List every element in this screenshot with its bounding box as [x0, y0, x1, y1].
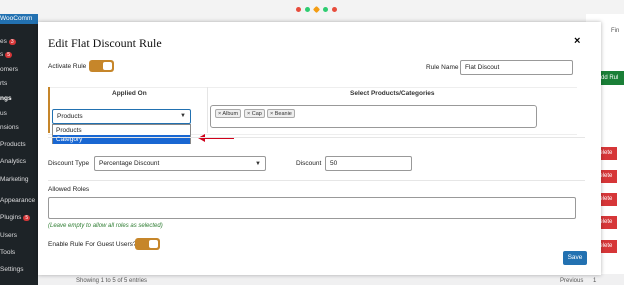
divider — [48, 137, 585, 138]
guest-users-label: Enable Rule For Guest Users? — [48, 241, 137, 248]
close-icon[interactable]: × — [574, 35, 580, 47]
table-footer: Showing 1 to 5 of 5 entries Previous 1 — [38, 274, 624, 285]
background-text: Fin — [611, 28, 620, 34]
discount-type-select[interactable]: Percentage Discount ▼ — [94, 156, 266, 171]
products-categories-select[interactable]: × Album × Cap × Beanie — [210, 105, 537, 128]
discount-type-value: Percentage Discount — [99, 160, 160, 167]
rule-name-label: Rule Name — [426, 64, 459, 71]
sidebar-item-settings[interactable]: Settings — [0, 266, 38, 273]
sidebar-item-extensions[interactable]: nsions — [0, 124, 38, 131]
sidebar-item-marketing[interactable]: Marketing — [0, 176, 38, 183]
guest-users-toggle[interactable] — [135, 238, 160, 250]
count-badge: 5 — [5, 52, 13, 58]
allowed-roles-input[interactable] — [48, 197, 576, 219]
count-badge: 5 — [23, 215, 31, 221]
select-products-header: Select Products/Categories — [350, 90, 435, 97]
sidebar-item-analytics[interactable]: Analytics — [0, 158, 38, 165]
red-dot-icon — [332, 7, 337, 12]
option-products[interactable]: Products — [53, 126, 190, 135]
sidebar-item-label: WooComm — [0, 15, 33, 22]
admin-sidebar: WooComm es 3 s5 omers rts ngs us nsions P… — [0, 14, 38, 285]
toggle-knob — [103, 62, 112, 70]
red-dot-icon — [296, 7, 301, 12]
green-dot-icon — [323, 7, 328, 12]
applied-on-select[interactable]: Products ▼ — [52, 109, 191, 124]
sidebar-item-settings-sub[interactable]: ngs — [0, 95, 38, 102]
sidebar-item-orders[interactable]: s5 — [0, 51, 38, 58]
sidebar-item-reports[interactable]: rts — [0, 80, 38, 87]
count-badge: 3 — [8, 39, 16, 45]
red-arrow-icon — [198, 134, 234, 142]
activate-rule-toggle[interactable] — [89, 60, 114, 72]
applied-on-dropdown: Products Category — [52, 124, 191, 144]
applied-on-header: Applied On — [112, 90, 147, 97]
edit-rule-modal: Edit Flat Discount Rule × Activate Rule … — [38, 22, 601, 275]
sidebar-item-plugins[interactable]: Plugins 5 — [0, 214, 38, 221]
sidebar-item-woocommerce[interactable]: WooComm — [0, 14, 38, 24]
tag-beanie[interactable]: × Beanie — [267, 109, 295, 118]
sidebar-item-customers[interactable]: omers — [0, 66, 38, 73]
browser-top-bar — [0, 0, 624, 22]
modal-title: Edit Flat Discount Rule — [48, 36, 162, 50]
green-dot-icon — [305, 7, 310, 12]
chevron-down-icon: ▼ — [180, 113, 186, 119]
divider — [48, 180, 585, 181]
toggle-knob — [149, 240, 158, 248]
sidebar-item-label: s — [0, 51, 4, 58]
discount-label: Discount — [296, 160, 322, 167]
sidebar-item-sales[interactable]: es 3 — [0, 38, 38, 45]
allowed-roles-label: Allowed Roles — [48, 186, 90, 193]
sidebar-item-label: es — [0, 38, 7, 45]
tag-cap[interactable]: × Cap — [244, 109, 265, 118]
accent-bar — [48, 87, 50, 133]
tag-album[interactable]: × Album — [215, 109, 242, 118]
sidebar-item-label: Plugins — [0, 214, 22, 221]
sidebar-item-appearance[interactable]: Appearance — [0, 197, 38, 204]
previous-link[interactable]: Previous — [560, 278, 583, 284]
orange-diamond-icon — [312, 5, 321, 14]
rule-name-input[interactable]: Flat Discout — [460, 60, 573, 75]
discount-type-label: Discount Type — [48, 160, 90, 167]
allowed-roles-hint: (Leave empty to allow all roles as selec… — [48, 223, 163, 229]
chevron-down-icon: ▼ — [255, 161, 261, 167]
window-dots-icon — [296, 5, 337, 14]
sidebar-item-products[interactable]: Products — [0, 141, 38, 148]
save-button[interactable]: Save — [563, 251, 587, 265]
discount-input[interactable]: 50 — [325, 156, 412, 171]
sidebar-item-status[interactable]: us — [0, 110, 38, 117]
activate-rule-label: Activate Rule — [48, 63, 87, 70]
column-divider — [207, 87, 208, 133]
sidebar-item-tools[interactable]: Tools — [0, 249, 38, 256]
applied-on-value: Products — [57, 113, 83, 120]
entries-info: Showing 1 to 5 of 5 entries — [76, 278, 148, 284]
sidebar-item-users[interactable]: Users — [0, 232, 38, 239]
page-number[interactable]: 1 — [593, 278, 596, 284]
